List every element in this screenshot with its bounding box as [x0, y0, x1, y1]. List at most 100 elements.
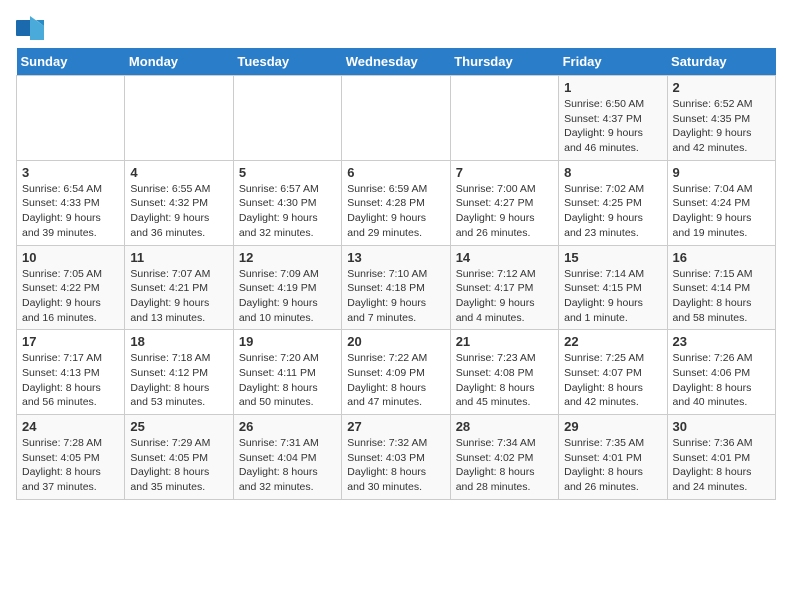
- calendar-cell: 3 Sunrise: 6:54 AM Sunset: 4:33 PM Daylig…: [17, 160, 125, 245]
- calendar-cell: 15Sunrise: 7:14 AM Sunset: 4:15 PM Dayli…: [559, 245, 667, 330]
- day-info: Sunrise: 7:18 AM Sunset: 4:12 PM Dayligh…: [130, 351, 227, 410]
- day-number: 21: [456, 334, 553, 349]
- day-info: Sunrise: 7:12 AM Sunset: 4:17 PM Dayligh…: [456, 267, 553, 326]
- day-info: Sunrise: 7:15 AM Sunset: 4:14 PM Dayligh…: [673, 267, 770, 326]
- calendar-cell: 26 Sunrise: 7:31 AM Sunset: 4:04 PM Dayli…: [233, 415, 341, 500]
- calendar-header: SundayMondayTuesdayWednesdayThursdayFrid…: [17, 48, 776, 76]
- day-info: Sunrise: 7:28 AM Sunset: 4:05 PM Dayligh…: [22, 436, 119, 495]
- day-number: 22: [564, 334, 661, 349]
- day-info: Sunrise: 7:29 AM Sunset: 4:05 PM Dayligh…: [130, 436, 227, 495]
- calendar-cell: 12Sunrise: 7:09 AM Sunset: 4:19 PM Dayli…: [233, 245, 341, 330]
- calendar-cell: 7 Sunrise: 7:00 AM Sunset: 4:27 PM Daylig…: [450, 160, 558, 245]
- day-number: 4: [130, 165, 227, 180]
- day-number: 12: [239, 250, 336, 265]
- day-number: 19: [239, 334, 336, 349]
- calendar-cell: 5 Sunrise: 6:57 AM Sunset: 4:30 PM Daylig…: [233, 160, 341, 245]
- day-number: 30: [673, 419, 770, 434]
- day-info: Sunrise: 6:54 AM Sunset: 4:33 PM Dayligh…: [22, 182, 119, 241]
- calendar-cell: 22 Sunrise: 7:25 AM Sunset: 4:07 PM Dayli…: [559, 330, 667, 415]
- calendar-cell: 11 Sunrise: 7:07 AM Sunset: 4:21 PM Dayli…: [125, 245, 233, 330]
- day-number: 27: [347, 419, 444, 434]
- day-info: Sunrise: 7:07 AM Sunset: 4:21 PM Dayligh…: [130, 267, 227, 326]
- day-number: 10: [22, 250, 119, 265]
- calendar-cell: 28 Sunrise: 7:34 AM Sunset: 4:02 PM Dayli…: [450, 415, 558, 500]
- calendar-cell: [450, 76, 558, 161]
- weekday-header-row: SundayMondayTuesdayWednesdayThursdayFrid…: [17, 48, 776, 76]
- week-row-1: 3 Sunrise: 6:54 AM Sunset: 4:33 PM Daylig…: [17, 160, 776, 245]
- day-number: 16: [673, 250, 770, 265]
- week-row-0: 1 Sunrise: 6:50 AM Sunset: 4:37 PM Daylig…: [17, 76, 776, 161]
- day-number: 17: [22, 334, 119, 349]
- calendar-cell: 2 Sunrise: 6:52 AM Sunset: 4:35 PM Daylig…: [667, 76, 775, 161]
- day-number: 1: [564, 80, 661, 95]
- calendar-cell: 1 Sunrise: 6:50 AM Sunset: 4:37 PM Daylig…: [559, 76, 667, 161]
- day-number: 9: [673, 165, 770, 180]
- calendar-cell: 24Sunrise: 7:28 AM Sunset: 4:05 PM Dayli…: [17, 415, 125, 500]
- day-info: Sunrise: 6:50 AM Sunset: 4:37 PM Dayligh…: [564, 97, 661, 156]
- day-info: Sunrise: 7:35 AM Sunset: 4:01 PM Dayligh…: [564, 436, 661, 495]
- day-number: 20: [347, 334, 444, 349]
- weekday-saturday: Saturday: [667, 48, 775, 76]
- calendar-cell: 18 Sunrise: 7:18 AM Sunset: 4:12 PM Dayli…: [125, 330, 233, 415]
- calendar-cell: [125, 76, 233, 161]
- day-info: Sunrise: 7:23 AM Sunset: 4:08 PM Dayligh…: [456, 351, 553, 410]
- day-info: Sunrise: 7:10 AM Sunset: 4:18 PM Dayligh…: [347, 267, 444, 326]
- day-number: 13: [347, 250, 444, 265]
- weekday-tuesday: Tuesday: [233, 48, 341, 76]
- day-number: 3: [22, 165, 119, 180]
- day-number: 15: [564, 250, 661, 265]
- day-info: Sunrise: 6:57 AM Sunset: 4:30 PM Dayligh…: [239, 182, 336, 241]
- calendar-cell: 23Sunrise: 7:26 AM Sunset: 4:06 PM Dayli…: [667, 330, 775, 415]
- day-number: 28: [456, 419, 553, 434]
- calendar-cell: 20 Sunrise: 7:22 AM Sunset: 4:09 PM Dayli…: [342, 330, 450, 415]
- calendar-cell: 25 Sunrise: 7:29 AM Sunset: 4:05 PM Dayli…: [125, 415, 233, 500]
- day-number: 6: [347, 165, 444, 180]
- day-number: 18: [130, 334, 227, 349]
- calendar-cell: [17, 76, 125, 161]
- day-info: Sunrise: 7:31 AM Sunset: 4:04 PM Dayligh…: [239, 436, 336, 495]
- week-row-2: 10Sunrise: 7:05 AM Sunset: 4:22 PM Dayli…: [17, 245, 776, 330]
- day-info: Sunrise: 7:34 AM Sunset: 4:02 PM Dayligh…: [456, 436, 553, 495]
- weekday-friday: Friday: [559, 48, 667, 76]
- calendar-cell: 6 Sunrise: 6:59 AM Sunset: 4:28 PM Daylig…: [342, 160, 450, 245]
- day-info: Sunrise: 6:59 AM Sunset: 4:28 PM Dayligh…: [347, 182, 444, 241]
- calendar-cell: [233, 76, 341, 161]
- day-info: Sunrise: 7:00 AM Sunset: 4:27 PM Dayligh…: [456, 182, 553, 241]
- weekday-wednesday: Wednesday: [342, 48, 450, 76]
- day-info: Sunrise: 6:52 AM Sunset: 4:35 PM Dayligh…: [673, 97, 770, 156]
- calendar-cell: 17 Sunrise: 7:17 AM Sunset: 4:13 PM Dayli…: [17, 330, 125, 415]
- calendar-cell: 13 Sunrise: 7:10 AM Sunset: 4:18 PM Dayli…: [342, 245, 450, 330]
- day-info: Sunrise: 7:36 AM Sunset: 4:01 PM Dayligh…: [673, 436, 770, 495]
- day-number: 25: [130, 419, 227, 434]
- day-info: Sunrise: 7:04 AM Sunset: 4:24 PM Dayligh…: [673, 182, 770, 241]
- calendar-body: 1 Sunrise: 6:50 AM Sunset: 4:37 PM Daylig…: [17, 76, 776, 500]
- day-number: 26: [239, 419, 336, 434]
- day-info: Sunrise: 7:17 AM Sunset: 4:13 PM Dayligh…: [22, 351, 119, 410]
- day-info: Sunrise: 7:26 AM Sunset: 4:06 PM Dayligh…: [673, 351, 770, 410]
- calendar-cell: 21 Sunrise: 7:23 AM Sunset: 4:08 PM Dayli…: [450, 330, 558, 415]
- weekday-thursday: Thursday: [450, 48, 558, 76]
- day-number: 7: [456, 165, 553, 180]
- day-info: Sunrise: 7:02 AM Sunset: 4:25 PM Dayligh…: [564, 182, 661, 241]
- day-info: Sunrise: 7:25 AM Sunset: 4:07 PM Dayligh…: [564, 351, 661, 410]
- weekday-monday: Monday: [125, 48, 233, 76]
- calendar-table: SundayMondayTuesdayWednesdayThursdayFrid…: [16, 48, 776, 500]
- day-info: Sunrise: 7:22 AM Sunset: 4:09 PM Dayligh…: [347, 351, 444, 410]
- calendar-cell: 14 Sunrise: 7:12 AM Sunset: 4:17 PM Dayli…: [450, 245, 558, 330]
- day-number: 5: [239, 165, 336, 180]
- day-number: 11: [130, 250, 227, 265]
- week-row-3: 17 Sunrise: 7:17 AM Sunset: 4:13 PM Dayli…: [17, 330, 776, 415]
- calendar-cell: 4 Sunrise: 6:55 AM Sunset: 4:32 PM Daylig…: [125, 160, 233, 245]
- calendar-cell: 27Sunrise: 7:32 AM Sunset: 4:03 PM Dayli…: [342, 415, 450, 500]
- weekday-sunday: Sunday: [17, 48, 125, 76]
- calendar-cell: 9 Sunrise: 7:04 AM Sunset: 4:24 PM Daylig…: [667, 160, 775, 245]
- week-row-4: 24Sunrise: 7:28 AM Sunset: 4:05 PM Dayli…: [17, 415, 776, 500]
- calendar-cell: 30 Sunrise: 7:36 AM Sunset: 4:01 PM Dayli…: [667, 415, 775, 500]
- page-header: [16, 16, 776, 40]
- day-number: 8: [564, 165, 661, 180]
- day-info: Sunrise: 6:55 AM Sunset: 4:32 PM Dayligh…: [130, 182, 227, 241]
- day-info: Sunrise: 7:20 AM Sunset: 4:11 PM Dayligh…: [239, 351, 336, 410]
- logo-icon: [16, 16, 44, 40]
- day-number: 2: [673, 80, 770, 95]
- day-number: 14: [456, 250, 553, 265]
